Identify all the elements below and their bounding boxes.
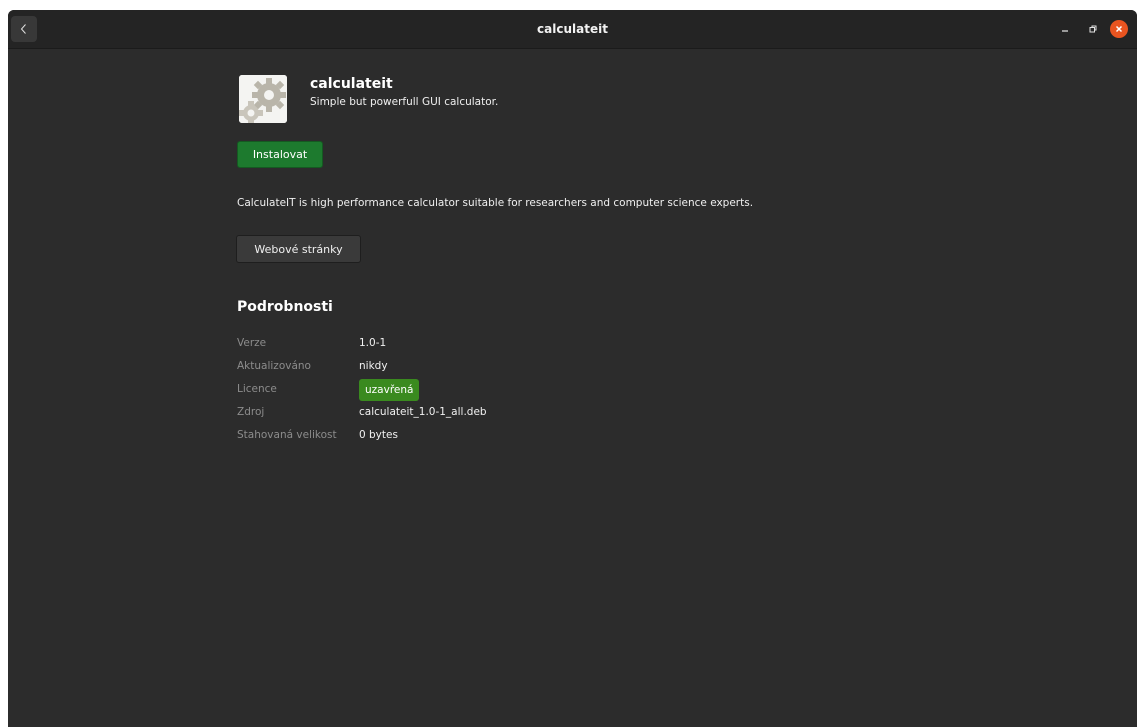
window-title: calculateit — [537, 22, 608, 36]
detail-key: Stahovaná velikost — [237, 429, 337, 441]
details-heading: Podrobnosti — [237, 299, 333, 315]
gears-icon — [239, 75, 287, 123]
close-icon — [1110, 20, 1128, 38]
app-summary: Simple but powerfull GUI calculator. — [310, 96, 499, 108]
detail-value: nikdy — [359, 360, 388, 372]
header-bar: calculateit — [8, 10, 1137, 49]
install-button[interactable]: Instalovat — [237, 141, 323, 168]
minimize-icon — [1062, 30, 1068, 32]
detail-value: calculateit_1.0-1_all.deb — [359, 406, 487, 418]
detail-key: Licence — [237, 383, 277, 395]
app-window: calculateit calculateit Simple but power… — [8, 10, 1137, 727]
close-button[interactable] — [1109, 19, 1129, 39]
app-details-page: calculateit Simple but powerfull GUI cal… — [8, 49, 1137, 727]
detail-key: Zdroj — [237, 406, 265, 418]
detail-key: Verze — [237, 337, 267, 349]
license-badge[interactable]: uzavřená — [359, 379, 420, 401]
app-name: calculateit — [310, 76, 393, 92]
restore-button[interactable] — [1083, 19, 1103, 39]
detail-key: Aktualizováno — [237, 360, 311, 372]
restore-icon — [1089, 25, 1097, 33]
detail-value: 1.0-1 — [359, 337, 387, 349]
website-button[interactable]: Webové stránky — [236, 235, 361, 263]
minimize-button[interactable] — [1055, 19, 1075, 39]
app-description: CalculateIT is high performance calculat… — [237, 197, 754, 209]
detail-value: 0 bytes — [359, 429, 398, 441]
